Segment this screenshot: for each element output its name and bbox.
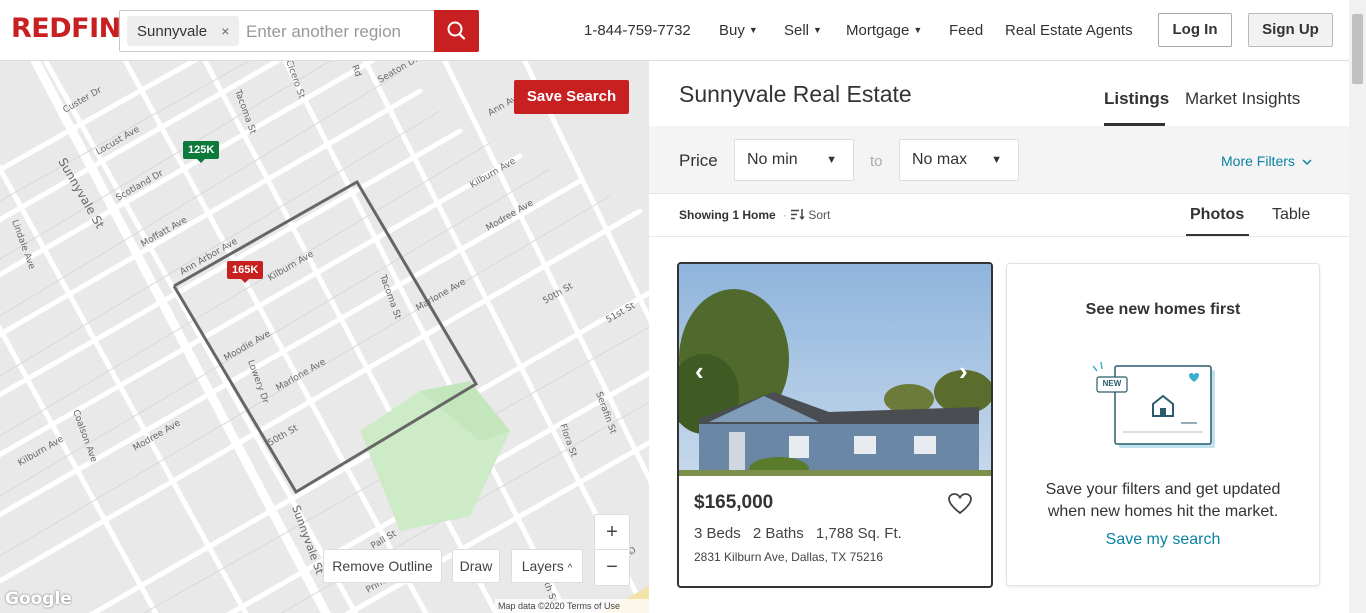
top-header: REDFIN Sunnyvale × Enter another region … bbox=[0, 0, 1349, 61]
chevron-down-icon bbox=[1302, 159, 1312, 166]
tab-table[interactable]: Table bbox=[1272, 206, 1310, 224]
more-filters-label: More Filters bbox=[1221, 153, 1295, 169]
search-button[interactable] bbox=[434, 10, 479, 52]
login-button[interactable]: Log In bbox=[1158, 13, 1232, 47]
map-attribution[interactable]: Map data ©2020 Terms of Use bbox=[495, 599, 649, 613]
search-region-chip-label: Sunnyvale bbox=[137, 23, 208, 40]
remove-region-icon[interactable]: × bbox=[221, 23, 229, 39]
listing-price: $165,000 bbox=[694, 492, 774, 513]
listing-facts: 3 Beds 2 Baths 1,788 Sq. Ft. bbox=[694, 525, 910, 542]
previous-photo-arrow[interactable]: ‹ bbox=[695, 356, 704, 387]
more-filters-button[interactable]: More Filters bbox=[1221, 153, 1312, 169]
house-photo-image bbox=[679, 264, 991, 476]
divider bbox=[649, 236, 1349, 237]
results-count: Showing 1 Home · bbox=[679, 208, 791, 222]
nav-sell[interactable]: Sell ▼ bbox=[784, 22, 822, 39]
caret-down-icon: ▼ bbox=[991, 154, 1002, 166]
signup-button[interactable]: Sign Up bbox=[1248, 13, 1333, 47]
sort-button[interactable]: Sort bbox=[791, 208, 830, 222]
caret-down-icon: ▼ bbox=[748, 25, 758, 35]
tab-listings[interactable]: Listings bbox=[1104, 89, 1169, 109]
nav-buy[interactable]: Buy ▼ bbox=[719, 22, 758, 39]
sort-icon bbox=[791, 209, 805, 221]
map-price-pin-sold[interactable]: 125K bbox=[183, 141, 220, 163]
listing-baths: 2 Baths bbox=[752, 525, 804, 542]
google-logo: Google bbox=[5, 589, 72, 609]
results-panel: Sunnyvale Real Estate Listings Market In… bbox=[649, 61, 1349, 613]
price-filter-label: Price bbox=[679, 151, 718, 170]
filter-bar: Price No min ▼ to No max ▼ More Filters bbox=[649, 126, 1349, 194]
new-badge: NEW bbox=[1102, 379, 1122, 388]
page-scrollbar[interactable] bbox=[1349, 0, 1366, 613]
nav-sell-label: Sell bbox=[784, 22, 810, 39]
map-canvas[interactable]: Sunnyvale St Custer Dr Locust Ave Scotla… bbox=[0, 61, 649, 613]
search-input[interactable]: Enter another region bbox=[246, 22, 401, 42]
tab-market-insights[interactable]: Market Insights bbox=[1185, 89, 1300, 109]
nav-mortgage-label: Mortgage bbox=[846, 22, 910, 39]
caret-down-icon: ▼ bbox=[826, 154, 837, 166]
max-price-select[interactable]: No max ▼ bbox=[899, 139, 1019, 181]
zoom-in-button[interactable]: + bbox=[595, 515, 629, 550]
separator-dot: · bbox=[783, 208, 788, 222]
search-icon bbox=[447, 21, 466, 40]
layers-button-label: Layers bbox=[521, 558, 564, 574]
layers-button[interactable]: Layers ^ bbox=[511, 549, 583, 583]
search-region-chip[interactable]: Sunnyvale × bbox=[127, 16, 240, 46]
nav-feed[interactable]: Feed bbox=[949, 22, 983, 39]
listing-photo[interactable]: ‹ › bbox=[679, 264, 991, 476]
nav-buy-label: Buy bbox=[719, 22, 745, 39]
map-price-pin-active[interactable]: 165K bbox=[227, 261, 264, 283]
listing-beds: 3 Beds bbox=[694, 525, 741, 542]
promo-title: See new homes first bbox=[1085, 301, 1241, 318]
sort-label: Sort bbox=[808, 208, 831, 222]
nav-real-estate-agents[interactable]: Real Estate Agents bbox=[1005, 22, 1133, 39]
chevron-up-icon: ^ bbox=[567, 563, 573, 574]
min-price-select[interactable]: No min ▼ bbox=[734, 139, 854, 181]
results-count-text: Showing 1 Home bbox=[679, 208, 776, 222]
min-price-value: No min bbox=[747, 151, 798, 168]
max-price-value: No max bbox=[912, 151, 968, 168]
save-search-button[interactable]: Save Search bbox=[514, 80, 629, 114]
save-my-search-link[interactable]: Save my search bbox=[1007, 531, 1319, 549]
favorite-button[interactable] bbox=[947, 492, 973, 521]
caret-down-icon: ▼ bbox=[813, 25, 822, 35]
price-range-to-label: to bbox=[870, 153, 883, 170]
heart-icon bbox=[948, 493, 972, 515]
zoom-out-button[interactable]: − bbox=[595, 550, 629, 585]
map-view[interactable]: Sunnyvale St Custer Dr Locust Ave Scotla… bbox=[0, 61, 649, 613]
remove-outline-button[interactable]: Remove Outline bbox=[323, 549, 442, 583]
nav-mortgage[interactable]: Mortgage ▼ bbox=[846, 22, 922, 39]
listing-card[interactable]: ‹ › $165,000 3 Beds 2 Baths 1,788 Sq. Ft… bbox=[677, 262, 993, 588]
location-search-box[interactable]: Sunnyvale × Enter another region bbox=[119, 10, 479, 52]
new-homes-illustration bbox=[1093, 361, 1215, 448]
caret-down-icon: ▼ bbox=[913, 25, 923, 35]
scrollbar-thumb[interactable] bbox=[1352, 14, 1363, 84]
next-photo-arrow[interactable]: › bbox=[959, 356, 968, 387]
page-title: Sunnyvale Real Estate bbox=[679, 81, 912, 107]
redfin-logo[interactable]: REDFIN bbox=[11, 13, 121, 44]
save-search-promo-card: See new homes first NEW Save your filter… bbox=[1006, 263, 1320, 586]
listing-sqft: 1,788 Sq. Ft. bbox=[815, 525, 902, 542]
tab-photos[interactable]: Photos bbox=[1190, 206, 1244, 224]
phone-number[interactable]: 1-844-759-7732 bbox=[584, 22, 691, 39]
zoom-controls: + − bbox=[594, 514, 630, 586]
draw-button[interactable]: Draw bbox=[452, 549, 500, 583]
promo-description: Save your filters and get updated when n… bbox=[1045, 481, 1281, 520]
listing-address: 2831 Kilburn Ave, Dallas, TX 75216 bbox=[694, 550, 884, 564]
